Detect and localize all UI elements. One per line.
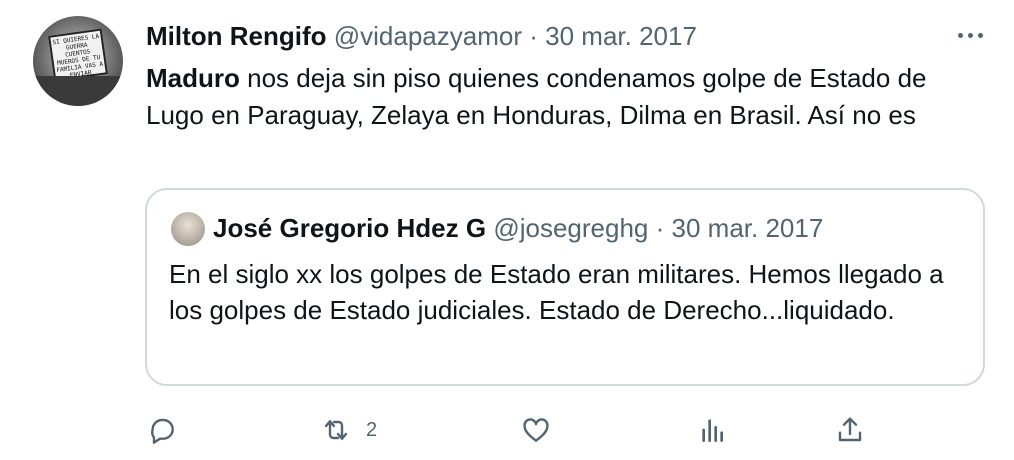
avatar-crowd [33,76,123,106]
dot [967,32,973,38]
avatar-sign: SI QUIERES LA GUERRA CUENTOS MUEROS DE T… [48,28,108,82]
retweet-count: 2 [366,418,378,441]
tweet-header: Milton Rengifo @vidapazyamor · 30 mar. 2… [146,20,697,52]
reply-button[interactable] [146,408,178,452]
author-avatar[interactable]: SI QUIERES LA GUERRA CUENTOS MUEROS DE T… [33,16,123,106]
mention-bold: Maduro [146,63,240,93]
quoted-tweet-date: 30 mar. 2017 [671,213,824,243]
author-handle[interactable]: @vidapazyamor [334,21,522,51]
quoted-tweet[interactable]: José Gregorio Hdez G @josegreghg · 30 ma… [145,188,985,386]
dot [977,32,983,38]
tweet-text-body: nos deja sin piso quienes condenamos gol… [146,63,927,130]
share-button[interactable] [834,408,866,452]
retweet-icon [324,420,348,440]
like-button[interactable] [520,408,552,452]
header-separator: · [529,21,538,51]
tweet-date[interactable]: 30 mar. 2017 [545,21,697,51]
quoted-author-avatar [171,212,205,246]
action-bar: 2 [0,408,1014,452]
quoted-separator: · [655,213,665,243]
views-icon [702,419,723,442]
quoted-tweet-header: José Gregorio Hdez G @josegreghg · 30 ma… [213,210,823,246]
author-name[interactable]: Milton Rengifo [146,21,327,51]
retweet-button[interactable]: 2 [320,408,377,452]
like-icon [523,418,549,442]
share-icon [838,417,862,442]
quoted-author-handle: @josegreghg [493,213,649,243]
dot [957,32,963,38]
more-options-icon[interactable] [952,22,988,48]
quoted-author-name: José Gregorio Hdez G [213,213,487,243]
reply-icon [151,418,174,444]
quoted-tweet-text: En el siglo xx los golpes de Estado eran… [169,259,944,325]
views-button[interactable] [697,408,729,452]
tweet-text: Maduro nos deja sin piso quienes condena… [146,60,986,134]
